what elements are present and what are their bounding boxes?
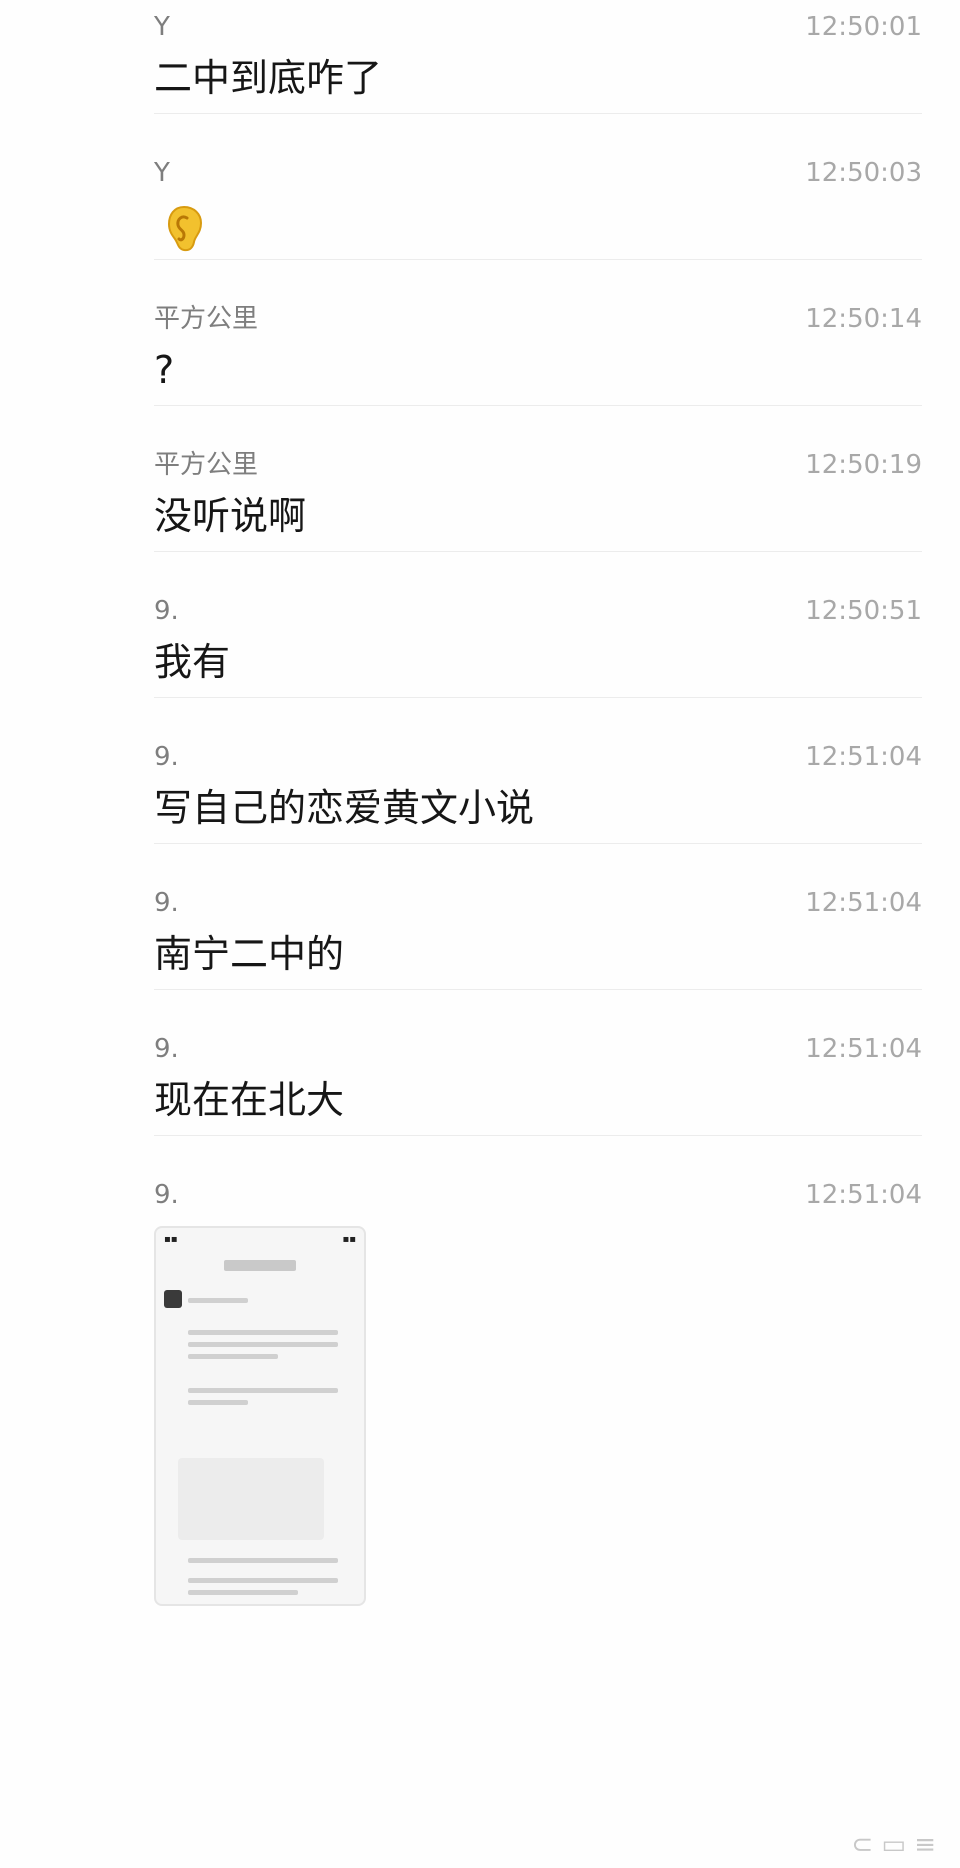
message-item[interactable]: Y 12:50:01 二中到底咋了	[154, 0, 922, 114]
thumbnail-card	[178, 1458, 324, 1540]
message-time: 12:50:51	[805, 596, 922, 626]
thumbnail-avatar	[164, 1290, 182, 1308]
thumbnail-status-left: ▪▪	[164, 1234, 178, 1245]
screenshot-image-thumbnail[interactable]: ▪▪ ▪▪	[154, 1226, 366, 1606]
thumbnail-status-right: ▪▪	[342, 1234, 356, 1245]
message-time: 12:51:04	[805, 888, 922, 918]
message-time: 12:50:01	[805, 12, 922, 42]
chat-message-list: Y 12:50:01 二中到底咋了 Y 12:50:03 平方公里 12:50:…	[0, 0, 960, 1868]
thumbnail-line	[188, 1342, 338, 1347]
message-time: 12:50:19	[805, 450, 922, 480]
thumbnail-status-bar: ▪▪ ▪▪	[156, 1228, 364, 1252]
thumbnail-line	[188, 1590, 298, 1595]
message-text[interactable]: 我有	[154, 636, 230, 688]
message-item[interactable]: Y 12:50:03	[154, 146, 922, 260]
thumbnail-title-bar	[224, 1260, 296, 1271]
message-text[interactable]: 南宁二中的	[154, 928, 344, 980]
message-sender: 9.	[154, 888, 179, 918]
message-time: 12:51:04	[805, 1034, 922, 1064]
thumbnail-line	[188, 1400, 248, 1405]
watermark: ⊂ ▭ ≡	[851, 1830, 936, 1860]
message-text[interactable]: 二中到底咋了	[154, 52, 382, 104]
message-text[interactable]: ?	[154, 344, 174, 396]
message-item[interactable]: 9. 12:50:51 我有	[154, 584, 922, 698]
thumbnail-line	[188, 1558, 338, 1563]
message-sender: 9.	[154, 596, 179, 626]
thumbnail-line	[188, 1330, 338, 1335]
message-sender: Y	[154, 158, 170, 188]
thumbnail-line	[188, 1354, 278, 1359]
message-text[interactable]: 没听说啊	[154, 490, 306, 542]
thumbnail-line	[188, 1578, 338, 1583]
message-item[interactable]: 9. 12:51:04 现在在北大	[154, 1022, 922, 1136]
message-time: 12:50:03	[805, 158, 922, 188]
message-time: 12:51:04	[805, 742, 922, 772]
message-item[interactable]: 平方公里 12:50:14 ?	[154, 292, 922, 406]
message-sender: 平方公里	[154, 304, 259, 334]
message-text[interactable]: 现在在北大	[154, 1074, 344, 1126]
thumbnail-line	[188, 1388, 338, 1393]
message-item[interactable]: 9. 12:51:04 ▪▪ ▪▪	[154, 1168, 922, 1852]
message-text[interactable]: 写自己的恋爱黄文小说	[154, 782, 534, 834]
message-sender: 9.	[154, 1180, 179, 1210]
message-sender: 9.	[154, 742, 179, 772]
thumbnail-line	[188, 1298, 248, 1303]
ear-icon	[167, 205, 203, 252]
message-sender: Y	[154, 12, 170, 42]
message-item[interactable]: 9. 12:51:04 南宁二中的	[154, 876, 922, 990]
message-sender: 9.	[154, 1034, 179, 1064]
message-sender: 平方公里	[154, 450, 259, 480]
message-item[interactable]: 平方公里 12:50:19 没听说啊	[154, 438, 922, 552]
message-time: 12:51:04	[805, 1180, 922, 1210]
message-item[interactable]: 9. 12:51:04 写自己的恋爱黄文小说	[154, 730, 922, 844]
message-time: 12:50:14	[805, 304, 922, 334]
